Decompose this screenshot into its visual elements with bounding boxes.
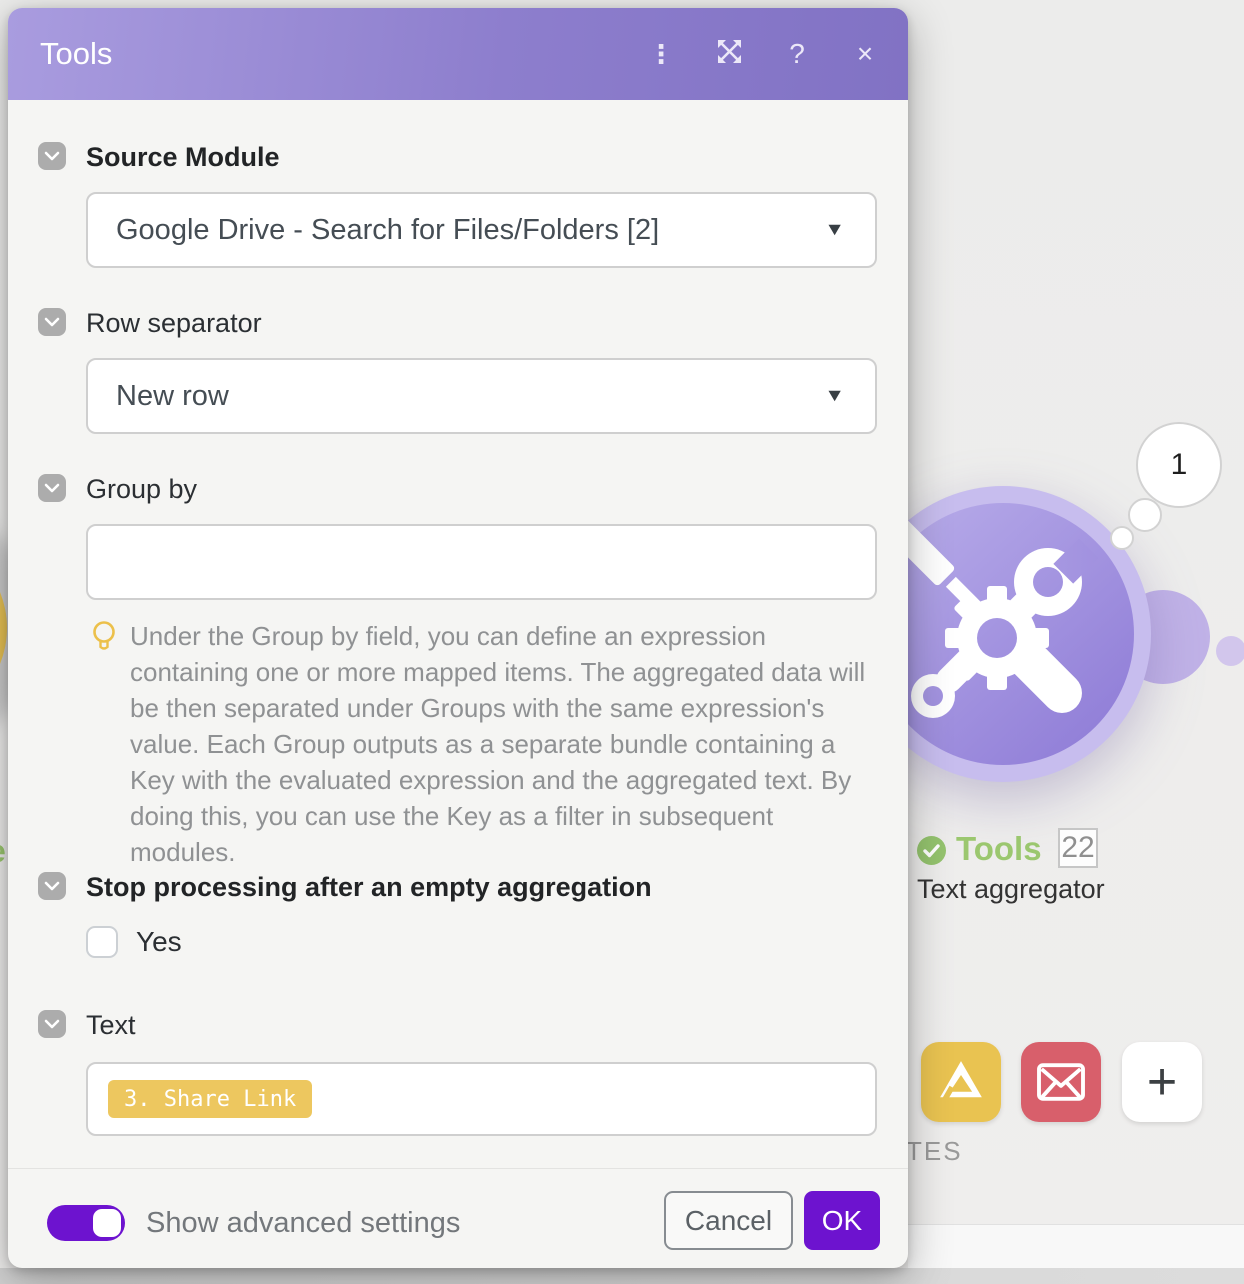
left-module-subtitle-partial: e bbox=[0, 876, 1, 907]
left-module-name-partial: e bbox=[0, 833, 6, 870]
cancel-button[interactable]: Cancel bbox=[664, 1191, 793, 1250]
row-separator-select[interactable]: New row ▼ bbox=[86, 358, 877, 434]
connector-dot bbox=[1216, 636, 1244, 666]
execution-count-bubble[interactable]: 1 bbox=[1136, 422, 1222, 508]
help-icon[interactable]: ? bbox=[780, 40, 814, 68]
dialog-footer: Show advanced settings Cancel OK bbox=[8, 1168, 908, 1269]
scenario-editor: e e bbox=[0, 0, 1244, 1284]
google-drive-app-tile[interactable] bbox=[921, 1042, 1001, 1122]
group-by-label: Group by bbox=[86, 474, 198, 504]
collapse-row-separator-icon[interactable] bbox=[38, 308, 66, 336]
group-by-input[interactable] bbox=[86, 524, 877, 600]
tools-settings-dialog: Tools ⋮ ? × Source Module Google Drive -… bbox=[8, 8, 908, 1268]
source-module-label: Source Module bbox=[86, 142, 280, 172]
close-icon[interactable]: × bbox=[848, 40, 882, 68]
collapse-source-module-icon[interactable] bbox=[38, 142, 66, 170]
mapped-item-tag[interactable]: 3. Share Link bbox=[108, 1080, 313, 1118]
canvas-lower-panel bbox=[908, 1224, 1244, 1269]
stop-processing-label: Stop processing after an empty aggregati… bbox=[86, 872, 652, 902]
stop-processing-option-label: Yes bbox=[136, 926, 182, 957]
module-number-badge: 22 bbox=[1058, 828, 1098, 868]
caret-down-icon: ▼ bbox=[824, 219, 845, 240]
collapse-group-by-icon[interactable] bbox=[38, 474, 66, 502]
stop-processing-checkbox[interactable] bbox=[86, 926, 118, 958]
lightbulb-icon bbox=[90, 620, 118, 659]
advanced-settings-toggle[interactable] bbox=[47, 1205, 125, 1241]
canvas-bottom-strip bbox=[0, 1268, 1244, 1284]
module-subtitle: Text aggregator bbox=[917, 874, 1105, 904]
bubble-small bbox=[1110, 526, 1134, 550]
partial-bottom-label: TES bbox=[906, 1136, 963, 1166]
bubble-medium bbox=[1128, 498, 1162, 532]
toggle-knob bbox=[93, 1209, 121, 1237]
row-separator-value: New row bbox=[116, 379, 229, 412]
execution-count: 1 bbox=[1170, 448, 1188, 481]
text-label: Text bbox=[86, 1010, 136, 1040]
add-module-button[interactable]: + bbox=[1122, 1042, 1202, 1122]
source-module-value: Google Drive - Search for Files/Folders … bbox=[116, 213, 660, 246]
module-success-check-icon bbox=[917, 836, 946, 865]
dialog-title: Tools bbox=[40, 36, 113, 71]
text-input[interactable]: 3. Share Link bbox=[86, 1062, 877, 1136]
email-icon bbox=[1037, 1063, 1085, 1101]
advanced-settings-label: Show advanced settings bbox=[146, 1207, 461, 1239]
caret-down-icon: ▼ bbox=[824, 385, 845, 406]
dialog-header: Tools ⋮ ? × bbox=[8, 8, 908, 100]
row-separator-label: Row separator bbox=[86, 308, 262, 338]
ok-button[interactable]: OK bbox=[804, 1191, 880, 1250]
module-name: Tools bbox=[956, 830, 1042, 867]
expand-icon[interactable] bbox=[712, 38, 746, 70]
google-drive-icon bbox=[940, 1061, 982, 1101]
source-module-select[interactable]: Google Drive - Search for Files/Folders … bbox=[86, 192, 877, 268]
menu-kebab-icon[interactable]: ⋮ bbox=[644, 41, 678, 67]
collapse-stop-processing-icon[interactable] bbox=[38, 872, 66, 900]
collapse-text-icon[interactable] bbox=[38, 1010, 66, 1038]
email-app-tile[interactable] bbox=[1021, 1042, 1101, 1122]
group-by-hint: Under the Group by field, you can define… bbox=[130, 621, 866, 867]
